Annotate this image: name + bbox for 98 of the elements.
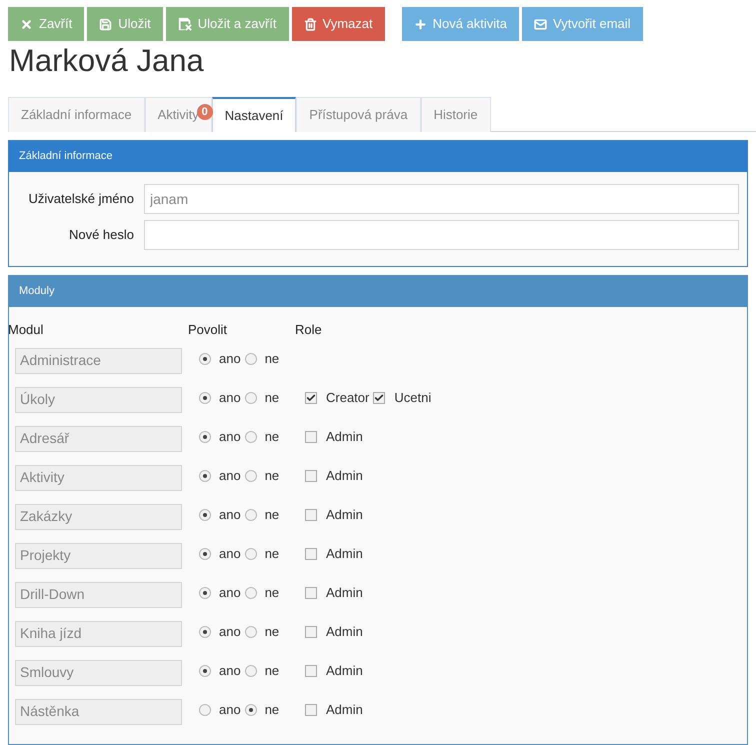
plus-icon — [414, 18, 427, 30]
radio-label: ano — [219, 700, 241, 719]
field-label: Uživatelské jméno — [28, 190, 134, 208]
save-close-button[interactable]: Uložit a zavřít — [166, 7, 288, 41]
checkbox-label: Admin — [326, 662, 363, 680]
checkbox[interactable] — [305, 586, 317, 598]
radio-button[interactable] — [244, 508, 257, 520]
envelope-icon — [534, 18, 548, 30]
radio-label: ano — [219, 622, 241, 641]
radio-label: ne — [264, 700, 280, 719]
radio-label: ano — [219, 662, 241, 680]
radio-button[interactable] — [199, 586, 211, 598]
count-badge: 0 — [196, 104, 213, 120]
module-field: Úkoly — [15, 386, 182, 412]
tab[interactable]: Aktivity 0 — [144, 97, 212, 132]
tab[interactable]: Historie — [420, 97, 491, 132]
panel-header: Moduly — [9, 276, 747, 307]
checkbox[interactable] — [305, 392, 317, 404]
column-header: Modul — [8, 322, 44, 337]
radio-button[interactable] — [199, 626, 211, 638]
radio-label: ne — [264, 506, 280, 524]
close-icon — [20, 18, 33, 30]
radio-label: ne — [264, 544, 280, 563]
module-field: Adresář — [15, 426, 182, 452]
checkbox-label: Admin — [326, 700, 363, 719]
checkbox-label: Admin — [326, 506, 363, 524]
radio-label: ano — [219, 584, 241, 602]
radio-button[interactable] — [244, 430, 257, 442]
checkbox[interactable] — [305, 548, 317, 560]
checkbox[interactable] — [305, 626, 317, 638]
radio-button[interactable] — [199, 548, 211, 560]
tab[interactable]: Přístupová práva — [296, 97, 421, 132]
checkbox[interactable] — [305, 704, 317, 716]
radio-label: ne — [264, 662, 280, 680]
checkbox[interactable] — [305, 430, 317, 442]
checkbox-label: Admin — [326, 466, 363, 485]
module-field: Administrace — [15, 348, 182, 374]
module-field: Drill-Down — [15, 582, 182, 608]
field-label: Nové heslo — [68, 226, 134, 244]
radio-button[interactable] — [244, 470, 257, 482]
radio-label: ne — [264, 466, 280, 485]
module-field: Projekty — [15, 542, 182, 568]
module-field: Nástěnka — [15, 698, 182, 724]
radio-button[interactable] — [199, 430, 211, 442]
radio-button[interactable] — [199, 470, 211, 482]
radio-button[interactable] — [199, 392, 211, 404]
radio-button[interactable] — [244, 352, 257, 364]
radio-button[interactable] — [199, 704, 211, 716]
floppy-icon — [99, 18, 112, 30]
module-field: Aktivity — [15, 464, 182, 490]
radio-label: ne — [264, 584, 280, 602]
tab[interactable]: Základní informace — [8, 97, 145, 132]
radio-button[interactable] — [244, 704, 257, 716]
column-header: Povolit — [188, 322, 228, 337]
radio-label: ano — [219, 388, 241, 407]
checkbox[interactable] — [305, 508, 317, 520]
module-field: Zakázky — [15, 504, 182, 530]
checkbox-label: Admin — [326, 622, 363, 641]
input-field[interactable]: janam — [144, 184, 739, 214]
radio-button[interactable] — [199, 352, 211, 364]
add-button[interactable]: Nová aktivita — [402, 7, 520, 41]
radio-label: ano — [219, 466, 241, 485]
radio-label: ano — [219, 544, 241, 563]
radio-button[interactable] — [244, 392, 257, 404]
radio-label: ano — [219, 428, 241, 446]
checkbox-label: Creator — [326, 388, 370, 407]
checkbox[interactable] — [373, 392, 386, 404]
radio-button[interactable] — [199, 664, 211, 676]
close-button[interactable]: Zavřít — [8, 7, 84, 41]
radio-button[interactable] — [244, 586, 257, 598]
radio-button[interactable] — [199, 508, 211, 520]
radio-label: ano — [219, 506, 241, 524]
radio-label: ne — [264, 350, 280, 368]
radio-label: ano — [219, 350, 241, 368]
radio-label: ne — [264, 388, 280, 407]
radio-button[interactable] — [244, 548, 257, 560]
input-field[interactable] — [144, 220, 739, 250]
email-button[interactable]: Vytvořit email — [522, 7, 643, 41]
radio-button[interactable] — [244, 664, 257, 676]
checkbox[interactable] — [305, 470, 317, 482]
floppy-x-icon — [178, 17, 192, 31]
module-field: Smlouvy — [15, 660, 182, 686]
radio-label: ne — [264, 622, 280, 641]
page-title: Marková Jana — [9, 42, 205, 80]
tab[interactable]: Nastavení — [212, 97, 296, 132]
checkbox-label: Ucetni — [394, 388, 432, 407]
panel-header: Základní informace — [9, 141, 747, 172]
delete-button[interactable]: Vymazat — [292, 7, 385, 41]
save-button[interactable]: Uložit — [87, 7, 163, 41]
checkbox-label: Admin — [326, 584, 363, 602]
column-header: Role — [295, 322, 322, 337]
checkbox-label: Admin — [326, 544, 363, 563]
radio-label: ne — [264, 428, 280, 446]
checkbox[interactable] — [305, 664, 317, 676]
trash-icon — [304, 18, 316, 30]
checkbox-label: Admin — [326, 428, 363, 446]
module-field: Kniha jízd — [15, 620, 182, 646]
radio-button[interactable] — [244, 626, 257, 638]
